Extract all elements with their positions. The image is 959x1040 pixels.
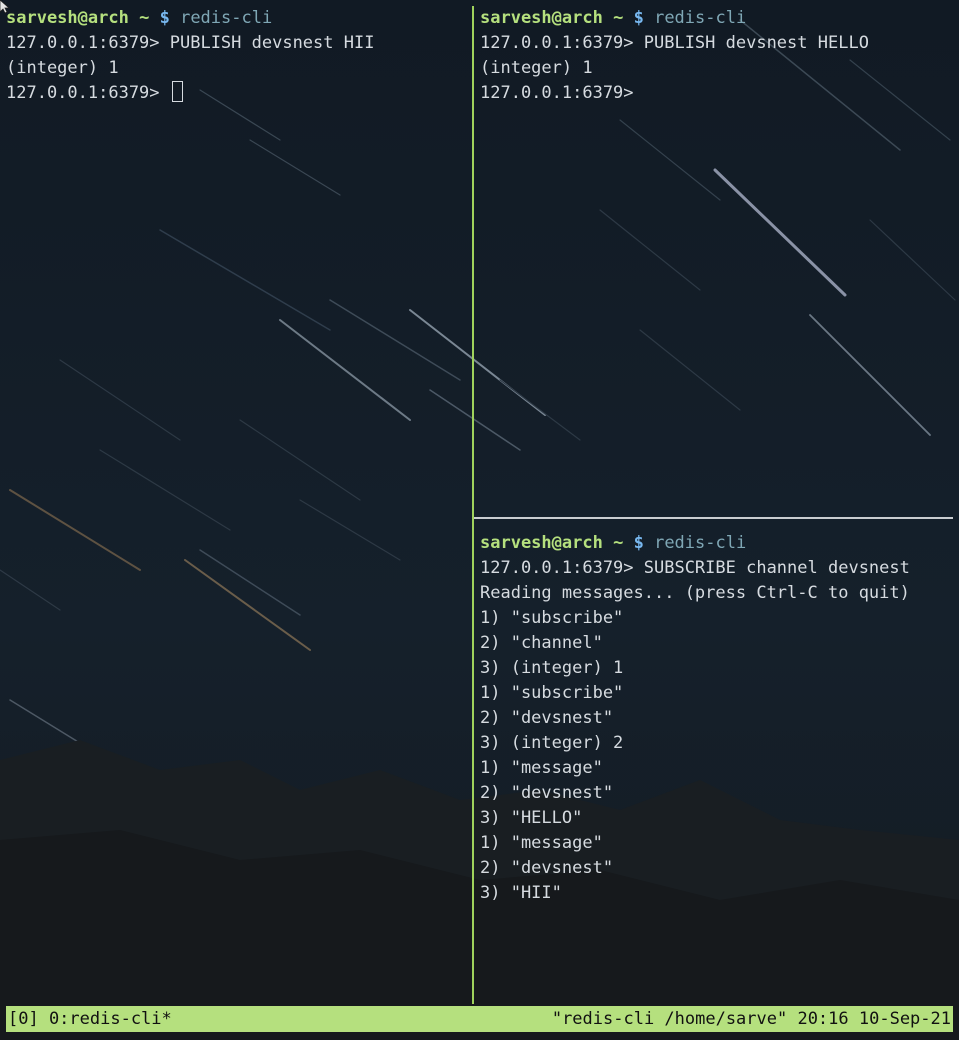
terminal-line: 127.0.0.1:6379> PUBLISH devsnest HII bbox=[6, 33, 375, 53]
terminal-line: 127.0.0.1:6379> bbox=[480, 83, 634, 103]
tmux-pane-left[interactable]: sarvesh@arch ~ $ redis-cli 127.0.0.1:637… bbox=[0, 0, 472, 1004]
terminal-line: (integer) 1 bbox=[480, 58, 593, 78]
prompt-cwd: ~ bbox=[613, 533, 624, 553]
terminal-line: Reading messages... (press Ctrl-C to qui… bbox=[480, 583, 910, 603]
prompt-cwd: ~ bbox=[613, 8, 624, 28]
terminal-line: 2) "devsnest" bbox=[480, 858, 614, 878]
prompt-symbol: $ bbox=[159, 8, 170, 28]
text-cursor bbox=[171, 81, 183, 102]
terminal-input-line[interactable]: 127.0.0.1:6379> bbox=[6, 81, 472, 106]
terminal-screen: sarvesh@arch ~ $ redis-cli 127.0.0.1:637… bbox=[0, 0, 959, 1040]
terminal-line: 2) "devsnest" bbox=[480, 783, 614, 803]
terminal-line: 1) "subscribe" bbox=[480, 608, 624, 628]
pane-output: sarvesh@arch ~ $ redis-cli 127.0.0.1:637… bbox=[480, 531, 959, 906]
prompt-symbol: $ bbox=[633, 533, 644, 553]
pane-output: sarvesh@arch ~ $ redis-cli 127.0.0.1:637… bbox=[480, 6, 959, 106]
terminal-line: 1) "message" bbox=[480, 833, 603, 853]
prompt-command: redis-cli bbox=[654, 8, 747, 28]
prompt-symbol: $ bbox=[633, 8, 644, 28]
shell-prompt-line: sarvesh@arch ~ $ redis-cli bbox=[6, 6, 472, 31]
prompt-command: redis-cli bbox=[180, 8, 273, 28]
terminal-line: 2) "devsnest" bbox=[480, 708, 614, 728]
prompt-user: sarvesh@arch bbox=[6, 8, 129, 28]
pane-output: sarvesh@arch ~ $ redis-cli 127.0.0.1:637… bbox=[6, 6, 472, 106]
tmux-pane-right-bottom[interactable]: sarvesh@arch ~ $ redis-cli 127.0.0.1:637… bbox=[474, 520, 959, 1004]
terminal-line: 1) "subscribe" bbox=[480, 683, 624, 703]
terminal-line: 127.0.0.1:6379> PUBLISH devsnest HELLO bbox=[480, 33, 869, 53]
status-info: "redis-cli /home/sarve" 20:16 10-Sep-21 bbox=[551, 1009, 951, 1029]
terminal-line: 2) "channel" bbox=[480, 633, 603, 653]
terminal-line: 3) (integer) 2 bbox=[480, 733, 624, 753]
terminal-line: 3) (integer) 1 bbox=[480, 658, 624, 678]
terminal-line: 3) "HII" bbox=[480, 883, 562, 903]
terminal-line: 1) "message" bbox=[480, 758, 603, 778]
prompt-command: redis-cli bbox=[654, 533, 747, 553]
redis-prompt: 127.0.0.1:6379> bbox=[6, 83, 170, 103]
pane-divider-horizontal[interactable] bbox=[474, 517, 953, 519]
window-list[interactable]: [0] 0:redis-cli* bbox=[8, 1006, 172, 1032]
terminal-line: 3) "HELLO" bbox=[480, 808, 583, 828]
terminal-line: (integer) 1 bbox=[6, 58, 119, 78]
pane-divider-vertical[interactable] bbox=[472, 6, 474, 1004]
prompt-user: sarvesh@arch bbox=[480, 8, 603, 28]
tmux-status-bar: [0] 0:redis-cli* "redis-cli /home/sarve"… bbox=[6, 1006, 953, 1032]
prompt-cwd: ~ bbox=[139, 8, 150, 28]
prompt-user: sarvesh@arch bbox=[480, 533, 603, 553]
shell-prompt-line: sarvesh@arch ~ $ redis-cli bbox=[480, 531, 959, 556]
shell-prompt-line: sarvesh@arch ~ $ redis-cli bbox=[480, 6, 959, 31]
tmux-pane-right-top[interactable]: sarvesh@arch ~ $ redis-cli 127.0.0.1:637… bbox=[474, 0, 959, 517]
terminal-line: 127.0.0.1:6379> SUBSCRIBE channel devsne… bbox=[480, 558, 910, 578]
